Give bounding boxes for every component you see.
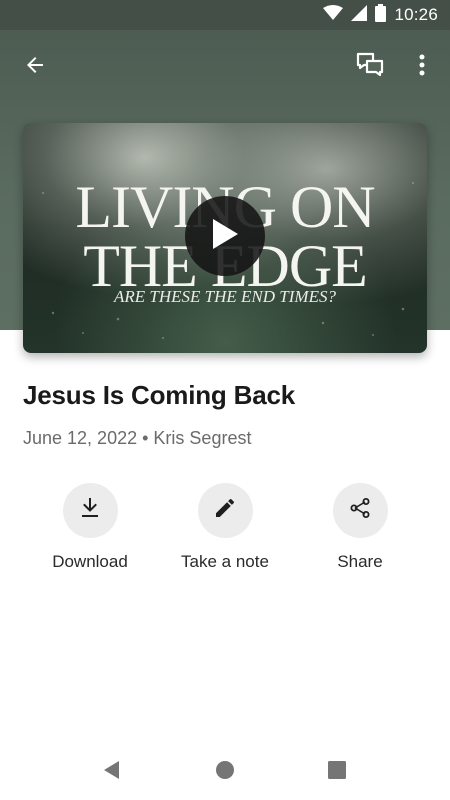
nav-back-icon[interactable] (95, 754, 127, 786)
share-icon (348, 496, 372, 525)
system-nav-bar (0, 740, 450, 800)
pencil-icon (213, 496, 237, 525)
status-time: 10:26 (394, 5, 438, 24)
share-button[interactable]: Share (285, 483, 435, 572)
meta-separator: • (142, 428, 149, 448)
app-bar (0, 30, 450, 100)
nav-home-icon[interactable] (209, 754, 241, 786)
download-icon (78, 496, 102, 525)
share-icon-circle[interactable] (332, 483, 388, 538)
arrow-back-icon[interactable] (13, 43, 57, 87)
play-icon (210, 217, 240, 256)
download-icon-circle[interactable] (62, 483, 118, 538)
sermon-title: Jesus Is Coming Back (23, 380, 295, 410)
play-button[interactable] (185, 196, 265, 276)
wifi-icon (323, 4, 344, 26)
chat-bubbles-icon[interactable] (348, 43, 392, 87)
battery-icon (375, 3, 387, 27)
sermon-thumbnail[interactable]: LIVING ON THE EDGE ARE THESE THE END TIM… (23, 123, 427, 353)
status-bar: 10:26 (0, 0, 450, 30)
pencil-icon-circle[interactable] (197, 483, 253, 538)
thumbnail-subtitle: ARE THESE THE END TIMES? (113, 287, 336, 306)
share-label: Share (337, 552, 383, 571)
download-button[interactable]: Download (15, 483, 165, 572)
signal-icon (351, 4, 368, 26)
more-vert-icon[interactable] (400, 43, 444, 87)
take-a-note-button[interactable]: Take a note (150, 483, 300, 572)
sermon-date: June 12, 2022 (23, 428, 138, 448)
sermon-meta: June 12, 2022 • Kris Segrest (23, 428, 251, 449)
nav-recents-icon[interactable] (321, 754, 353, 786)
take-a-note-label: Take a note (181, 552, 269, 571)
sermon-speaker: Kris Segrest (153, 428, 252, 448)
download-label: Download (52, 552, 128, 571)
